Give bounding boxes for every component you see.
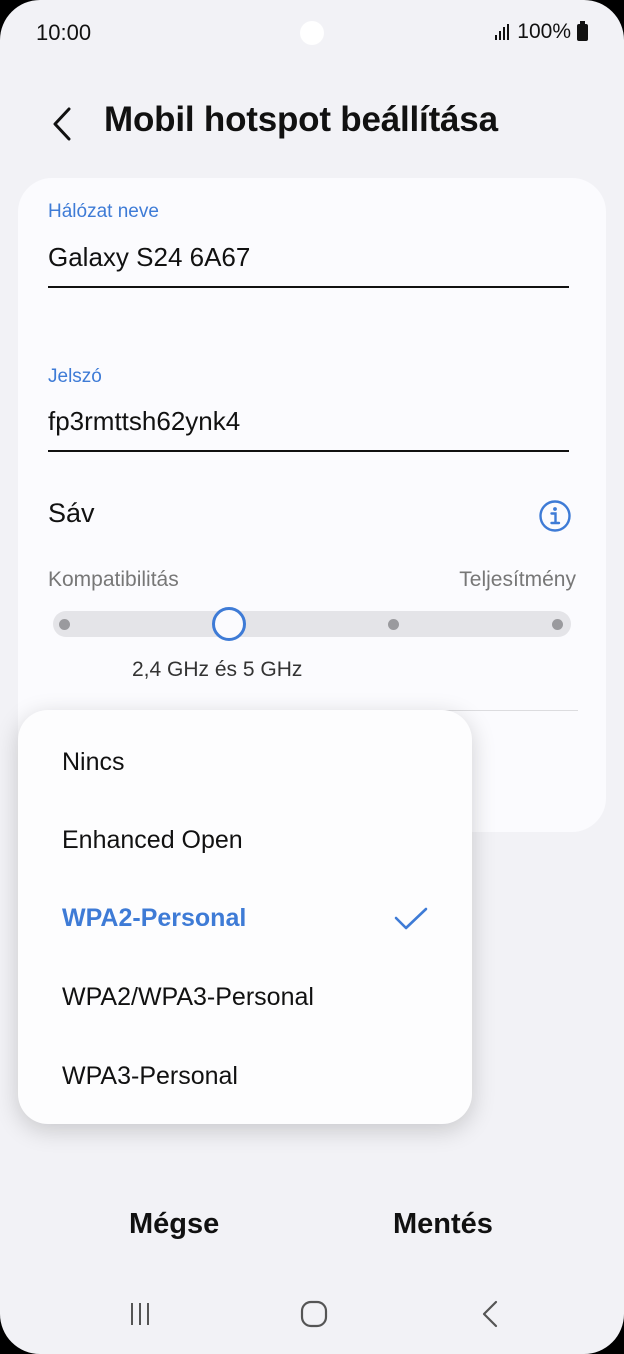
band-value: 2,4 GHz és 5 GHz [132, 658, 303, 681]
performance-label: Teljesítmény [459, 568, 576, 591]
network-name-input[interactable]: Galaxy S24 6A67 [48, 242, 250, 273]
slider-step-dot [552, 619, 563, 630]
slider-step-dot [388, 619, 399, 630]
save-button[interactable]: Mentés [393, 1208, 493, 1241]
nav-recents-button[interactable] [120, 1296, 160, 1332]
password-label: Jelszó [48, 366, 102, 387]
chevron-left-icon [53, 107, 71, 141]
cancel-button[interactable]: Mégse [129, 1208, 219, 1241]
password-underline [48, 450, 569, 452]
band-label: Sáv [48, 498, 95, 528]
compatibility-label: Kompatibilitás [48, 568, 179, 591]
status-time: 10:00 [36, 20, 92, 45]
option-nincs[interactable]: Nincs [62, 748, 125, 777]
status-indicators: 100% [495, 20, 588, 44]
check-icon [394, 907, 428, 930]
slider-step-dot [59, 619, 70, 630]
back-icon [482, 1300, 498, 1328]
band-slider-track[interactable] [53, 611, 571, 637]
network-name-underline [48, 286, 569, 288]
nav-back-button[interactable] [470, 1296, 510, 1332]
battery-icon [577, 20, 588, 41]
page-title: Mobil hotspot beállítása [104, 100, 498, 139]
phone-screen: 10:00 100% Mobil hotspot beállítása Háló… [0, 0, 624, 1354]
option-enhanced-open[interactable]: Enhanced Open [62, 826, 243, 855]
option-wpa2-wpa3-personal[interactable]: WPA2/WPA3-Personal [62, 983, 314, 1012]
option-wpa2-personal[interactable]: WPA2-Personal [62, 904, 246, 933]
recents-icon [131, 1303, 149, 1325]
network-name-label: Hálózat neve [48, 201, 159, 222]
camera-cutout [300, 21, 324, 45]
info-icon[interactable] [538, 499, 572, 533]
battery-percent: 100% [517, 20, 571, 43]
signal-icon [495, 24, 510, 40]
home-icon [300, 1300, 328, 1328]
band-slider-thumb[interactable] [212, 607, 246, 641]
back-button[interactable] [40, 98, 84, 150]
nav-home-button[interactable] [292, 1296, 336, 1332]
password-input[interactable]: fp3rmttsh62ynk4 [48, 406, 240, 437]
option-wpa3-personal[interactable]: WPA3-Personal [62, 1062, 238, 1091]
